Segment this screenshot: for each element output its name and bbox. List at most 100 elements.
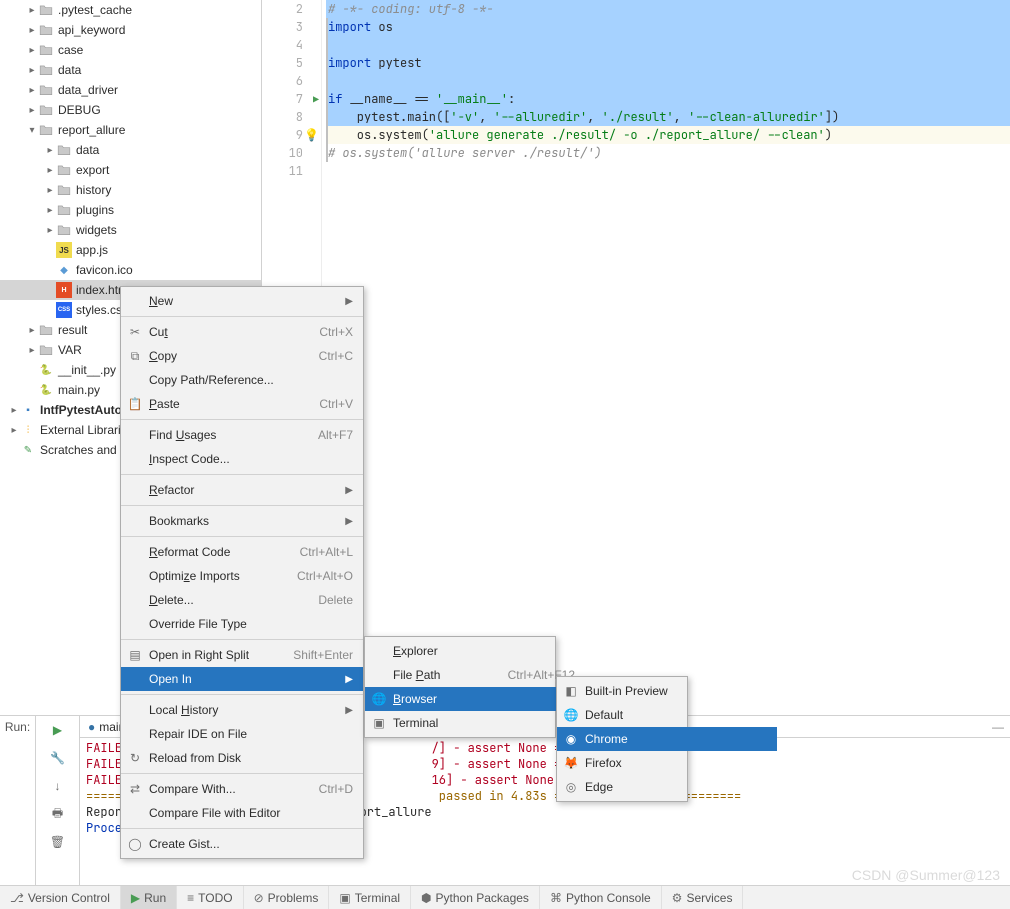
tree-item[interactable]: ▸data [0, 60, 261, 80]
code-line[interactable] [326, 72, 1010, 90]
code-line[interactable] [326, 36, 1010, 54]
menu-item[interactable]: Inspect Code... [121, 447, 363, 471]
tree-item[interactable]: ▸api_keyword [0, 20, 261, 40]
gutter-line[interactable]: 4 [262, 36, 321, 54]
gutter-line[interactable]: 2 [262, 0, 321, 18]
editor-code[interactable]: # -*- coding: utf-8 -*-import os import p… [322, 0, 1010, 715]
menu-item[interactable]: File PathCtrl+Alt+F12 [365, 663, 585, 687]
status-item[interactable]: ▶Run [121, 886, 177, 909]
menu-item[interactable]: 🦊Firefox [557, 751, 777, 775]
menu-item[interactable]: ▤Open in Right SplitShift+Enter [121, 643, 363, 667]
submenu-browser[interactable]: ◧Built-in Preview🌐Default◉Chrome🦊Firefox… [556, 676, 688, 802]
menu-item[interactable]: ◯Create Gist... [121, 832, 363, 856]
menu-item[interactable]: ✂CutCtrl+X [121, 320, 363, 344]
tree-item[interactable]: ▸history [0, 180, 261, 200]
chevron-icon[interactable]: ▸ [44, 145, 56, 156]
chevron-icon[interactable]: ▸ [26, 345, 38, 356]
gutter-line[interactable]: 6 [262, 72, 321, 90]
status-bar[interactable]: ⎇Version Control▶Run≡TODO⊘Problems▣Termi… [0, 885, 1010, 909]
run-toolbar[interactable]: ▶ 🔧 ↓ 🖶 🗑 [36, 716, 80, 885]
menu-item[interactable]: Delete...Delete [121, 588, 363, 612]
gutter-line[interactable]: 11 [262, 162, 321, 180]
submenu-open-in[interactable]: ExplorerFile PathCtrl+Alt+F12🌐Browser▶▣T… [364, 636, 556, 738]
tree-item[interactable]: ▸.pytest_cache [0, 0, 261, 20]
tree-item[interactable]: ▸plugins [0, 200, 261, 220]
menu-item[interactable]: ↻Reload from Disk [121, 746, 363, 770]
code-editor[interactable]: 234567▶89💡1011 # -*- coding: utf-8 -*-im… [262, 0, 1010, 715]
tree-item[interactable]: ▸data_driver [0, 80, 261, 100]
menu-item[interactable]: Reformat CodeCtrl+Alt+L [121, 540, 363, 564]
status-item[interactable]: ⎇Version Control [0, 886, 121, 909]
code-line[interactable]: if __name__ == '__main__': [326, 90, 1010, 108]
chevron-icon[interactable]: ▸ [8, 405, 20, 416]
menu-item[interactable]: ◧Built-in Preview [557, 679, 777, 703]
status-item[interactable]: ≡TODO [177, 886, 243, 909]
menu-item[interactable]: Compare File with Editor [121, 801, 363, 825]
gutter-line[interactable]: 9💡 [262, 126, 321, 144]
gutter-line[interactable]: 10 [262, 144, 321, 162]
tree-item[interactable]: ▸data [0, 140, 261, 160]
menu-item[interactable]: Local History▶ [121, 698, 363, 722]
menu-item[interactable]: ▣Terminal [365, 711, 585, 735]
menu-item[interactable]: Bookmarks▶ [121, 509, 363, 533]
chevron-icon[interactable]: ▸ [26, 105, 38, 116]
gutter-line[interactable]: 5 [262, 54, 321, 72]
code-line[interactable]: os.system('allure generate ./result/ -o … [326, 126, 1010, 144]
menu-item[interactable]: Explorer [365, 639, 585, 663]
menu-item[interactable]: Find UsagesAlt+F7 [121, 423, 363, 447]
menu-item[interactable]: 🌐Browser▶ [365, 687, 585, 711]
tree-item[interactable]: ▾report_allure [0, 120, 261, 140]
chevron-icon[interactable]: ▸ [44, 225, 56, 236]
chevron-icon[interactable]: ▸ [26, 5, 38, 16]
trash-icon[interactable]: 🗑 [36, 828, 79, 856]
gutter-line[interactable]: 3 [262, 18, 321, 36]
chevron-icon[interactable]: ▸ [44, 185, 56, 196]
menu-item[interactable]: Override File Type [121, 612, 363, 636]
code-line[interactable]: # os.system('allure server ./result/') [326, 144, 1010, 162]
code-line[interactable] [326, 162, 1010, 180]
menu-item[interactable]: ⇄Compare With...Ctrl+D [121, 777, 363, 801]
chevron-icon[interactable]: ▸ [26, 325, 38, 336]
status-item[interactable]: ⚙Services [662, 886, 744, 909]
gutter-line[interactable]: 8 [262, 108, 321, 126]
menu-item[interactable]: 🌐Default [557, 703, 777, 727]
menu-item[interactable]: ◎Edge [557, 775, 777, 799]
menu-item[interactable]: Copy Path/Reference... [121, 368, 363, 392]
status-item[interactable]: ⬢Python Packages [411, 886, 540, 909]
down-icon[interactable]: ↓ [36, 772, 79, 800]
status-item[interactable]: ⌘Python Console [540, 886, 662, 909]
code-line[interactable]: # -*- coding: utf-8 -*- [326, 0, 1010, 18]
tree-item[interactable]: ◆favicon.ico [0, 260, 261, 280]
menu-item[interactable]: ⧉CopyCtrl+C [121, 344, 363, 368]
run-line-icon[interactable]: ▶ [313, 93, 319, 106]
code-line[interactable]: import pytest [326, 54, 1010, 72]
menu-item[interactable]: Open In▶ [121, 667, 363, 691]
chevron-icon[interactable]: ▸ [26, 65, 38, 76]
chevron-icon[interactable]: ▾ [26, 125, 38, 136]
status-item[interactable]: ⊘Problems [244, 886, 330, 909]
rerun-icon[interactable]: ▶ [36, 716, 79, 744]
code-line[interactable]: import os [326, 18, 1010, 36]
chevron-icon[interactable]: ▸ [8, 425, 20, 436]
chevron-icon[interactable]: ▸ [26, 25, 38, 36]
tree-item[interactable]: ▸case [0, 40, 261, 60]
menu-item[interactable]: 📋PasteCtrl+V [121, 392, 363, 416]
run-minimize-icon[interactable]: — [992, 720, 1010, 734]
menu-item[interactable]: Repair IDE on File [121, 722, 363, 746]
menu-item[interactable]: ◉Chrome [557, 727, 777, 751]
gutter-line[interactable]: 7▶ [262, 90, 321, 108]
menu-item[interactable]: Refactor▶ [121, 478, 363, 502]
code-line[interactable]: pytest.main(['-v', '--alluredir', './res… [326, 108, 1010, 126]
tree-item[interactable]: JSapp.js [0, 240, 261, 260]
status-item[interactable]: ▣Terminal [329, 886, 411, 909]
print-icon[interactable]: 🖶 [36, 800, 79, 828]
chevron-icon[interactable]: ▸ [44, 205, 56, 216]
menu-item[interactable]: New▶ [121, 289, 363, 313]
menu-item[interactable]: Optimize ImportsCtrl+Alt+O [121, 564, 363, 588]
chevron-icon[interactable]: ▸ [26, 85, 38, 96]
tree-item[interactable]: ▸DEBUG [0, 100, 261, 120]
settings-icon[interactable]: 🔧 [36, 744, 79, 772]
tree-item[interactable]: ▸widgets [0, 220, 261, 240]
context-menu[interactable]: New▶ ✂CutCtrl+X⧉CopyCtrl+CCopy Path/Refer… [120, 286, 364, 859]
chevron-icon[interactable]: ▸ [26, 45, 38, 56]
